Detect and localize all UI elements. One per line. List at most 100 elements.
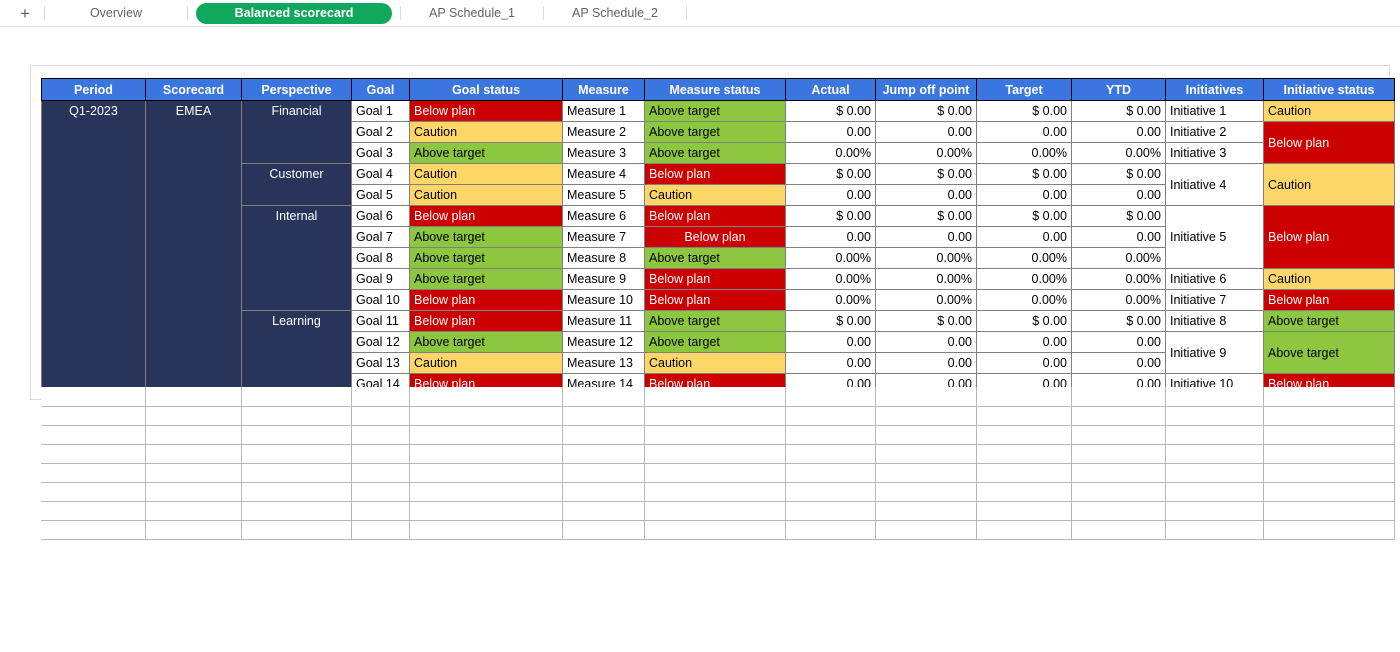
cell-measure[interactable]: Measure 5 bbox=[562, 184, 645, 206]
cell-measure-status[interactable]: Above target bbox=[644, 100, 786, 122]
cell-actual[interactable]: 0.00 bbox=[785, 226, 876, 248]
cell-goal-status[interactable]: Caution bbox=[409, 184, 563, 206]
empty-cell[interactable] bbox=[41, 462, 146, 483]
empty-cell[interactable] bbox=[975, 481, 1072, 502]
empty-cell[interactable] bbox=[874, 500, 977, 521]
cell-jump-off-point[interactable]: $ 0.00 bbox=[875, 310, 977, 332]
cell-ytd[interactable]: 0.00 bbox=[1071, 226, 1166, 248]
cell-jump-off-point[interactable]: 0.00% bbox=[875, 142, 977, 164]
empty-cell[interactable] bbox=[408, 387, 563, 407]
empty-cell[interactable] bbox=[41, 424, 146, 445]
cell-goal[interactable]: Goal 10 bbox=[351, 289, 410, 311]
cell-actual[interactable]: 0.00 bbox=[785, 121, 876, 143]
empty-cell[interactable] bbox=[144, 424, 242, 445]
empty-cell[interactable] bbox=[408, 519, 563, 540]
empty-cell[interactable] bbox=[240, 387, 352, 407]
cell-target[interactable]: $ 0.00 bbox=[976, 310, 1072, 332]
empty-cell[interactable] bbox=[874, 481, 977, 502]
empty-cell[interactable] bbox=[784, 424, 876, 445]
cell-ytd[interactable]: 0.00 bbox=[1071, 352, 1166, 374]
empty-cell[interactable] bbox=[975, 500, 1072, 521]
empty-cell[interactable] bbox=[784, 500, 876, 521]
cell-goal-status[interactable]: Above target bbox=[409, 142, 563, 164]
empty-cell[interactable] bbox=[144, 462, 242, 483]
cell-measure[interactable]: Measure 11 bbox=[562, 310, 645, 332]
empty-cell[interactable] bbox=[1070, 405, 1166, 426]
cell-ytd[interactable]: 0.00% bbox=[1071, 142, 1166, 164]
empty-cell[interactable] bbox=[561, 481, 645, 502]
empty-cell[interactable] bbox=[1070, 424, 1166, 445]
cell-target[interactable]: $ 0.00 bbox=[976, 100, 1072, 122]
empty-cell[interactable] bbox=[240, 481, 352, 502]
cell-goal[interactable]: Goal 9 bbox=[351, 268, 410, 290]
cell-measure-status[interactable]: Caution bbox=[644, 352, 786, 374]
empty-cell[interactable] bbox=[1164, 462, 1264, 483]
empty-cell[interactable] bbox=[144, 387, 242, 407]
cell-actual[interactable]: $ 0.00 bbox=[785, 310, 876, 332]
cell-goal-status[interactable]: Above target bbox=[409, 268, 563, 290]
empty-cell[interactable] bbox=[408, 424, 563, 445]
cell-measure-status[interactable]: Above target bbox=[644, 121, 786, 143]
empty-cell[interactable] bbox=[784, 462, 876, 483]
cell-goal[interactable]: Goal 8 bbox=[351, 247, 410, 269]
cell-target[interactable]: $ 0.00 bbox=[976, 163, 1072, 185]
cell-measure-status[interactable]: Caution bbox=[644, 184, 786, 206]
empty-cell[interactable] bbox=[144, 481, 242, 502]
cell-goal-status[interactable]: Caution bbox=[409, 121, 563, 143]
empty-cell[interactable] bbox=[350, 424, 410, 445]
empty-cell[interactable] bbox=[240, 405, 352, 426]
cell-perspective[interactable]: Financial bbox=[241, 100, 352, 164]
empty-cell[interactable] bbox=[350, 481, 410, 502]
empty-cell[interactable] bbox=[41, 500, 146, 521]
cell-actual[interactable]: 0.00% bbox=[785, 247, 876, 269]
empty-cell[interactable] bbox=[643, 405, 786, 426]
cell-ytd[interactable]: $ 0.00 bbox=[1071, 205, 1166, 227]
empty-cell[interactable] bbox=[350, 387, 410, 407]
empty-cell[interactable] bbox=[350, 500, 410, 521]
empty-cell[interactable] bbox=[561, 519, 645, 540]
cell-jump-off-point[interactable]: 0.00 bbox=[875, 121, 977, 143]
empty-cell[interactable] bbox=[874, 405, 977, 426]
cell-goal[interactable]: Goal 13 bbox=[351, 352, 410, 374]
empty-cell[interactable] bbox=[643, 519, 786, 540]
empty-cell[interactable] bbox=[784, 443, 876, 464]
empty-cell[interactable] bbox=[1070, 481, 1166, 502]
empty-cell[interactable] bbox=[561, 462, 645, 483]
cell-jump-off-point[interactable]: 0.00 bbox=[875, 226, 977, 248]
cell-ytd[interactable]: 0.00 bbox=[1071, 184, 1166, 206]
cell-target[interactable]: $ 0.00 bbox=[976, 205, 1072, 227]
cell-jump-off-point[interactable]: 0.00 bbox=[875, 331, 977, 353]
cell-actual[interactable]: 0.00 bbox=[785, 352, 876, 374]
cell-ytd[interactable]: $ 0.00 bbox=[1071, 163, 1166, 185]
empty-cell[interactable] bbox=[784, 519, 876, 540]
empty-cell[interactable] bbox=[874, 519, 977, 540]
empty-cell[interactable] bbox=[408, 405, 563, 426]
empty-cell[interactable] bbox=[1262, 424, 1395, 445]
cell-actual[interactable]: 0.00% bbox=[785, 142, 876, 164]
empty-cell[interactable] bbox=[561, 424, 645, 445]
cell-measure-status[interactable]: Below plan bbox=[644, 289, 786, 311]
cell-measure[interactable]: Measure 1 bbox=[562, 100, 645, 122]
empty-cell[interactable] bbox=[1070, 387, 1166, 407]
empty-cell[interactable] bbox=[975, 443, 1072, 464]
empty-cell[interactable] bbox=[1262, 405, 1395, 426]
empty-cell[interactable] bbox=[1070, 462, 1166, 483]
empty-cell[interactable] bbox=[240, 519, 352, 540]
empty-cell[interactable] bbox=[1164, 481, 1264, 502]
empty-cell[interactable] bbox=[975, 405, 1072, 426]
empty-cell[interactable] bbox=[784, 481, 876, 502]
empty-cell[interactable] bbox=[643, 443, 786, 464]
empty-cell[interactable] bbox=[874, 462, 977, 483]
cell-target[interactable]: 0.00 bbox=[976, 331, 1072, 353]
cell-ytd[interactable]: 0.00% bbox=[1071, 268, 1166, 290]
empty-cell[interactable] bbox=[240, 443, 352, 464]
cell-ytd[interactable]: $ 0.00 bbox=[1071, 310, 1166, 332]
empty-cell[interactable] bbox=[350, 462, 410, 483]
cell-goal[interactable]: Goal 6 bbox=[351, 205, 410, 227]
empty-cell[interactable] bbox=[561, 443, 645, 464]
cell-goal[interactable]: Goal 7 bbox=[351, 226, 410, 248]
cell-measure[interactable]: Measure 7 bbox=[562, 226, 645, 248]
cell-initiative[interactable]: Initiative 9 bbox=[1165, 331, 1264, 374]
cell-measure[interactable]: Measure 2 bbox=[562, 121, 645, 143]
empty-cell[interactable] bbox=[408, 481, 563, 502]
